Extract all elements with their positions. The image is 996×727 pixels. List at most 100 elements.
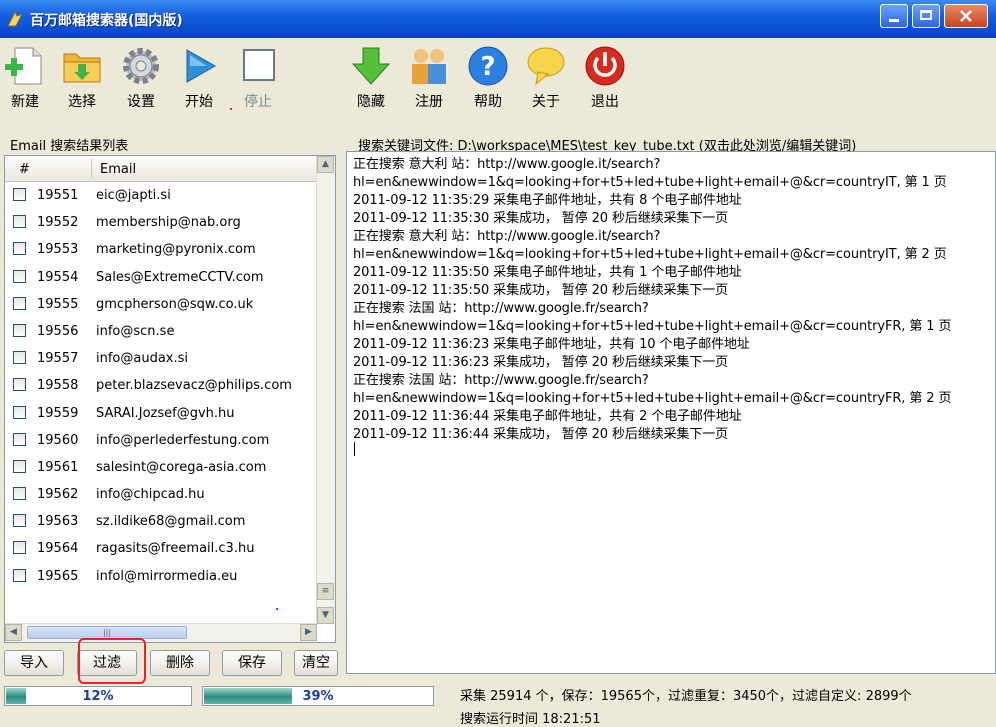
users-icon [412, 49, 446, 84]
hide-button[interactable]: 隐藏 [346, 44, 396, 111]
table-row[interactable]: 19559 SARAI.Jozsef@gvh.hu [5, 400, 317, 427]
row-checkbox[interactable] [13, 323, 26, 337]
results-list-caption: Email 搜索结果列表 [10, 139, 129, 154]
table-row[interactable]: 19551 eic@japti.si [5, 182, 317, 209]
table-row[interactable]: 19558 peter.blazsevacz@philips.com [5, 372, 317, 399]
stop-label: 停止 [244, 94, 272, 110]
exit-button[interactable]: 退出 [580, 44, 630, 111]
clear-button[interactable]: 清空 [294, 650, 338, 676]
close-button[interactable] [944, 4, 988, 28]
row-number: 19559 [37, 405, 79, 421]
table-row[interactable]: 19564 ragasits@freemail.c3.hu [5, 535, 317, 562]
row-number: 19551 [37, 188, 79, 203]
progress-bar-page: 12% [4, 686, 192, 706]
new-button[interactable]: 新建 [0, 44, 50, 111]
row-checkbox[interactable] [13, 378, 26, 392]
stop-button[interactable]: 停止 [233, 44, 283, 111]
gear-icon [123, 48, 159, 84]
help-label: 帮助 [474, 94, 502, 110]
log-line: 正在搜索 法国 站：http://www.google.fr/search? [353, 301, 649, 316]
log-line: hl=en&newwindow=1&q=looking+for+t5+led+t… [353, 247, 947, 262]
help-button[interactable]: ? 帮助 [463, 44, 513, 111]
table-row[interactable]: 19556 info@scn.se [5, 318, 317, 345]
table-row[interactable]: 19560 info@perlederfestung.com [5, 427, 317, 454]
search-log[interactable]: 正在搜索 意大利 站：http://www.google.it/search? … [346, 151, 996, 674]
red-dot [230, 108, 232, 110]
table-row[interactable]: 19565 infol@mirrormedia.eu [5, 563, 317, 590]
scroll-thumb[interactable]: ≡ [317, 583, 334, 600]
row-checkbox[interactable] [13, 405, 26, 419]
scroll-left-button[interactable]: ◀ [5, 624, 22, 641]
list-header: # Email [5, 156, 317, 182]
table-row[interactable]: 19557 info@audax.si [5, 345, 317, 372]
table-row[interactable]: 19563 sz.ildike68@gmail.com [5, 508, 317, 535]
import-button[interactable]: 导入 [4, 650, 64, 676]
scroll-right-button[interactable]: ▶ [300, 624, 317, 641]
table-row[interactable]: 19552 membership@nab.org [5, 209, 317, 236]
horizontal-scrollbar[interactable]: ◀ ||| ▶ [5, 623, 317, 642]
log-line: hl=en&newwindow=1&q=looking+for+t5+led+t… [353, 391, 952, 406]
minimize-icon [889, 19, 899, 22]
row-email: SARAI.Jozsef@gvh.hu [96, 405, 235, 421]
register-button[interactable]: 注册 [404, 44, 454, 111]
row-email: peter.blazsevacz@philips.com [96, 378, 292, 394]
table-row[interactable]: 19553 marketing@pyronix.com [5, 236, 317, 263]
row-checkbox[interactable] [13, 296, 26, 310]
toolbar: 新建 选择 设置 开始 停止 隐藏 注册 ? 帮助 关于 退出 [0, 38, 996, 124]
status-summary: 采集 25914 个，保存：19565个，过滤重复：3450个，过滤自定义: 2… [460, 689, 912, 704]
row-email: marketing@pyronix.com [96, 242, 256, 258]
row-checkbox[interactable] [13, 541, 26, 555]
column-email-header[interactable]: Email [100, 162, 136, 177]
maximize-button[interactable] [912, 4, 940, 28]
delete-button[interactable]: 删除 [150, 650, 210, 676]
select-button[interactable]: 选择 [57, 44, 107, 111]
row-number: 19562 [37, 487, 79, 503]
table-row[interactable]: 19562 info@chipcad.hu [5, 481, 317, 508]
register-label: 注册 [415, 94, 443, 110]
filter-highlight [78, 638, 146, 684]
row-number: 19556 [37, 323, 79, 339]
column-number-header[interactable]: # [19, 162, 30, 177]
save-button[interactable]: 保存 [222, 650, 282, 676]
elapsed-time: 搜索运行时间 18:21:51 [460, 712, 601, 727]
row-checkbox[interactable] [13, 459, 26, 473]
row-email: salesint@corega-asia.com [96, 459, 267, 475]
row-number: 19560 [37, 432, 79, 448]
down-arrow-icon [351, 47, 391, 85]
row-email: membership@nab.org [96, 215, 241, 231]
exit-label: 退出 [591, 94, 619, 110]
row-checkbox[interactable] [13, 432, 26, 446]
power-icon [585, 46, 625, 86]
settings-label: 设置 [127, 94, 155, 110]
start-label: 开始 [185, 94, 213, 110]
row-email: info@scn.se [96, 323, 175, 339]
vertical-scrollbar[interactable]: ▲ ≡ ▼ [316, 156, 335, 624]
row-checkbox[interactable] [13, 242, 26, 256]
table-row[interactable]: 19555 gmcpherson@sqw.co.uk [5, 291, 317, 318]
row-number: 19557 [37, 351, 79, 367]
email-results-list[interactable]: # Email 19551 eic@japti.si 19552 membershi… [4, 155, 336, 643]
start-button[interactable]: 开始 [174, 44, 224, 111]
red-dot [276, 608, 278, 610]
table-row[interactable]: 19561 salesint@corega-asia.com [5, 454, 317, 481]
settings-button[interactable]: 设置 [116, 44, 166, 111]
row-checkbox[interactable] [13, 269, 26, 283]
row-checkbox[interactable] [13, 514, 26, 528]
about-button[interactable]: 关于 [521, 44, 571, 111]
row-checkbox[interactable] [13, 215, 26, 229]
row-checkbox[interactable] [13, 487, 26, 501]
row-number: 19563 [37, 514, 79, 530]
stop-icon [243, 49, 275, 81]
log-line: 2011-09-12 11:36:23 采集成功， 暂停 20 秒后继续采集下一… [353, 355, 729, 370]
row-checkbox[interactable] [13, 568, 26, 582]
scroll-up-button[interactable]: ▲ [317, 156, 334, 173]
table-row[interactable]: 19554 Sales@ExtremeCCTV.com [5, 264, 317, 291]
title-bar[interactable]: 百万邮箱搜索器(国内版) [0, 0, 996, 38]
row-checkbox[interactable] [13, 188, 26, 201]
scroll-down-button[interactable]: ▼ [317, 607, 334, 624]
minimize-button[interactable] [880, 4, 908, 28]
maximize-icon [920, 10, 932, 20]
svg-text:?: ? [480, 52, 495, 82]
speech-bubble-icon [527, 47, 565, 86]
row-checkbox[interactable] [13, 351, 26, 365]
